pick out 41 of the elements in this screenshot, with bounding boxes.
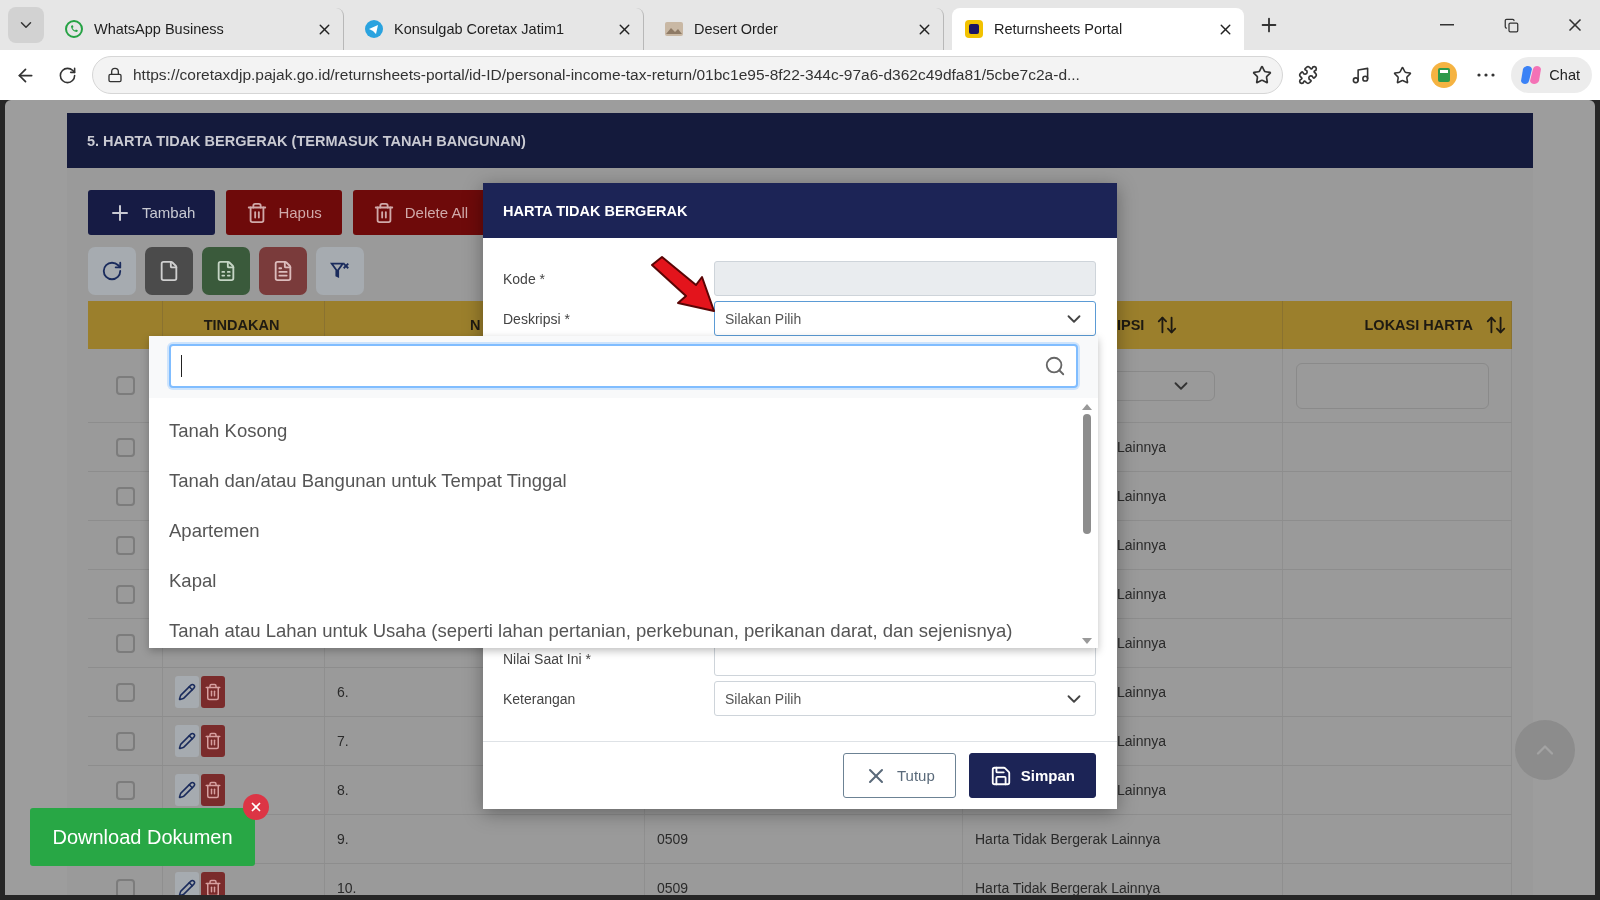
dropdown-option[interactable]: Tanah Kosong — [169, 420, 288, 442]
asset-description: Harta Tidak Bergerak Lainnya — [975, 831, 1161, 847]
asset-description: Lainnya — [1117, 586, 1167, 602]
row-number: 10. — [337, 880, 357, 895]
address-bar[interactable]: https://coretaxdjp.pajak.go.id/returnsheets-portal/id-ID/personal-income-tax-return/01bc1e95-8f22-344c-97a6-d362c49dfa81/5cbe7c2a-d... — [92, 56, 1284, 94]
close-button[interactable]: Tutup — [843, 753, 956, 798]
asset-description: Lainnya — [1117, 733, 1167, 749]
row-number: 9. — [337, 831, 349, 847]
select-field[interactable]: Silakan Pilih — [714, 681, 1096, 716]
asset-description: Lainnya — [1117, 635, 1167, 651]
save-button[interactable]: Simpan — [968, 753, 1096, 798]
column-header: IPSI — [1117, 317, 1145, 333]
row-number: 6. — [337, 684, 349, 700]
select-field[interactable]: Silakan Pilih — [714, 301, 1096, 336]
asset-code: 0509 — [657, 880, 689, 895]
dropdown-option[interactable]: Apartemen — [169, 520, 260, 542]
dropdown-option[interactable]: Tanah dan/atau Bangunan untuk Tempat Tinggal — [169, 470, 567, 492]
column-header: LOKASI HARTA — [1364, 317, 1473, 333]
field-label: Nilai Saat Ini * — [503, 650, 592, 667]
section-header: 5. HARTA TIDAK BERGERAK (TERMASUK TANAH BANGUNAN) — [67, 113, 1533, 168]
dropdown-option[interactable]: Kapal — [169, 570, 217, 592]
chat-button[interactable]: Chat — [1511, 57, 1592, 93]
row-number: 8. — [337, 782, 349, 798]
field-label: Deskripsi * — [503, 310, 571, 327]
delete-button[interactable]: Hapus — [226, 190, 342, 235]
column-header: N — [470, 317, 481, 333]
asset-description: Lainnya — [1117, 537, 1167, 553]
dialog-title: HARTA TIDAK BERGERAK — [483, 183, 1117, 238]
column-header: TINDAKAN — [203, 317, 280, 333]
asset-description: Lainnya — [1117, 488, 1167, 504]
browser-tab[interactable]: Returnsheets Portal — [952, 8, 1244, 50]
asset-description: Lainnya — [1117, 782, 1167, 798]
asset-code: 0509 — [657, 831, 689, 847]
asset-description: Lainnya — [1117, 439, 1167, 455]
asset-description: Harta Tidak Bergerak Lainnya — [975, 880, 1161, 895]
field-label: Keterangan — [503, 690, 577, 707]
add-button[interactable]: Tambah — [88, 190, 216, 235]
field-label: Kode * — [503, 270, 547, 287]
row-number: 7. — [337, 733, 349, 749]
dropdown-option[interactable]: Tanah atau Lahan untuk Usaha (seperti lahan pertanian, perkebunan, perikanan darat, dan sejenisnya) — [169, 620, 1013, 642]
asset-description: Lainnya — [1117, 684, 1167, 700]
